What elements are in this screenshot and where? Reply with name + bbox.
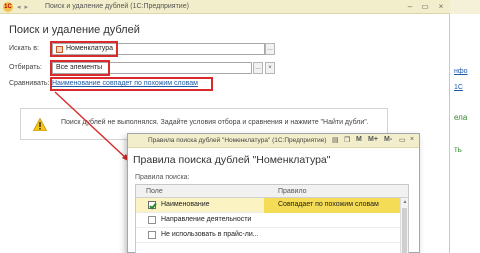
table-scrollbar[interactable]: ▲ (400, 198, 408, 253)
row-field: Не использовать в прайс-ли... (161, 231, 259, 238)
table-row[interactable]: Направление деятельности (136, 213, 402, 228)
table-row[interactable]: Не использовать в прайс-ли... (136, 228, 402, 243)
row-field: Наименование (161, 201, 210, 208)
scroll-thumb[interactable] (402, 208, 407, 253)
form-title: Поиск и удаление дублей (9, 24, 140, 36)
background-window (450, 0, 480, 253)
maximize-button[interactable]: ▭ (420, 1, 430, 13)
filter-choose-button[interactable]: … (253, 62, 263, 74)
filter-clear-button[interactable]: × (265, 62, 275, 74)
background-text: ть (454, 145, 462, 154)
search-in-choose-button[interactable]: … (265, 43, 275, 55)
filter-label: Отбирать: (9, 64, 43, 71)
table-row[interactable]: Наименование Совпадает по похожим словам (136, 198, 402, 213)
row-field: Направление деятельности (161, 216, 252, 223)
m-minus-button[interactable]: M- (384, 136, 392, 143)
popup-heading: Правила поиска дублей "Номенклатура" (133, 154, 331, 166)
doc-icon[interactable]: ▤ (332, 136, 339, 144)
search-in-label: Искать в: (9, 45, 39, 52)
rules-table: Поле Правило Наименование Совпадает по п… (135, 184, 409, 253)
checkbox[interactable] (148, 216, 156, 224)
highlight-frame (50, 77, 213, 91)
clipboard-icon[interactable]: ❐ (344, 136, 350, 144)
row-rule: Совпадает по похожим словам (278, 201, 379, 208)
scroll-up-icon[interactable]: ▲ (401, 199, 408, 205)
main-titlebar: 1C ◂ ▸ Поиск и удаление дублей (1С:Предп… (0, 0, 450, 14)
m-button[interactable]: M (356, 136, 362, 143)
background-link[interactable]: нфо (454, 68, 468, 75)
column-rule[interactable]: Правило (278, 188, 307, 195)
checkbox[interactable] (148, 231, 156, 239)
minimize-button[interactable]: ‒ (405, 1, 415, 13)
popup-window-title: Правила поиска дублей "Номенклатура" (1С… (148, 137, 327, 144)
background-link[interactable]: 1С (454, 84, 463, 91)
close-button[interactable]: × (410, 136, 414, 143)
warning-icon (33, 118, 47, 131)
m-plus-button[interactable]: M+ (368, 136, 378, 143)
window-title: Поиск и удаление дублей (1С:Предприятие) (45, 3, 189, 10)
highlight-frame (50, 60, 110, 76)
compare-label: Сравнивать: (9, 80, 50, 87)
maximize-button[interactable]: ▭ (399, 136, 406, 144)
rules-label: Правила поиска: (135, 174, 190, 181)
close-button[interactable]: × (436, 1, 446, 13)
highlight-frame (50, 41, 118, 57)
checkbox-checked-icon[interactable] (148, 201, 156, 209)
table-header: Поле Правило (136, 185, 408, 198)
column-field[interactable]: Поле (146, 188, 163, 195)
rules-popup-window: Правила поиска дублей "Номенклатура" (1С… (127, 133, 420, 253)
message-text: Поиск дублей не выполнялся. Задайте усло… (61, 119, 369, 126)
nav-arrows-icon[interactable]: ◂ ▸ (17, 3, 29, 11)
background-text: ела (454, 113, 468, 122)
popup-titlebar: Правила поиска дублей "Номенклатура" (1С… (128, 134, 419, 148)
app-logo-icon[interactable]: 1C (3, 2, 13, 12)
